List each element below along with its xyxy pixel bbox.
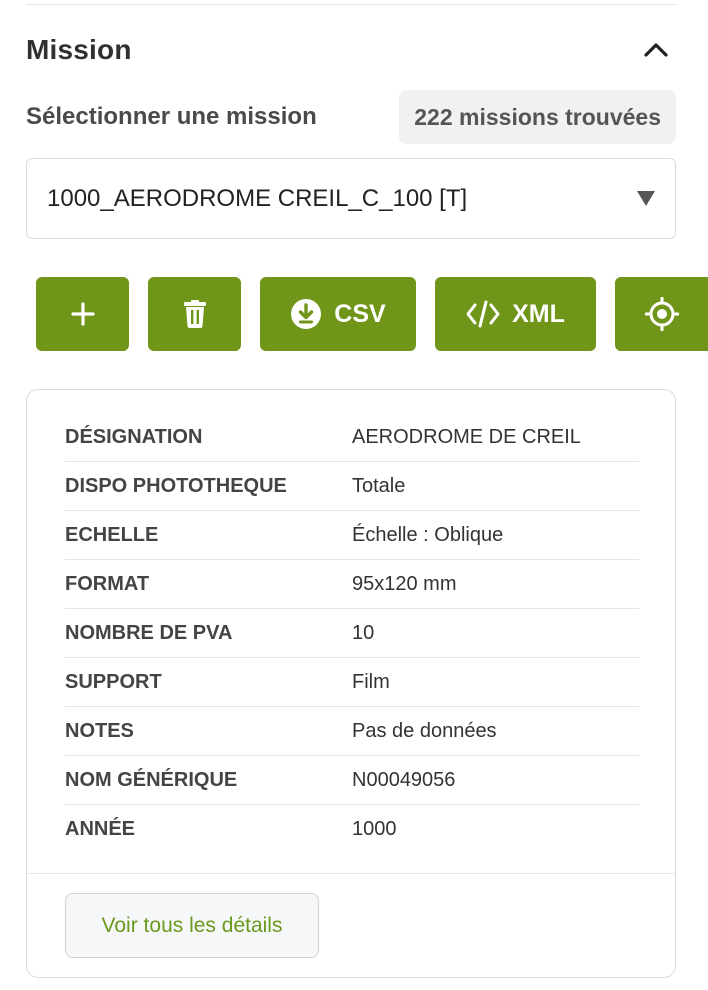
row-value: Totale bbox=[352, 474, 406, 497]
xml-label: XML bbox=[512, 299, 565, 328]
table-row: NOMBRE DE PVA 10 bbox=[65, 609, 639, 658]
row-value: 10 bbox=[352, 621, 375, 644]
row-key: FORMAT bbox=[65, 572, 150, 595]
export-csv-button[interactable]: CSV bbox=[260, 277, 416, 351]
row-value: AERODROME DE CREIL bbox=[352, 425, 581, 448]
top-divider bbox=[26, 4, 676, 5]
row-value: 95x120 mm bbox=[352, 572, 457, 595]
row-key: NOTES bbox=[65, 719, 134, 742]
row-key: ECHELLE bbox=[65, 523, 159, 546]
row-key: DISPO PHOTOTHEQUE bbox=[65, 474, 287, 497]
view-all-details-button[interactable]: Voir tous les détails bbox=[65, 893, 319, 958]
section-title: Mission bbox=[26, 34, 132, 65]
table-row: NOM GÉNÉRIQUE N00049056 bbox=[65, 756, 639, 805]
csv-label: CSV bbox=[334, 299, 386, 328]
row-key: SUPPORT bbox=[65, 670, 162, 693]
caret-down-icon bbox=[637, 191, 655, 206]
code-icon bbox=[466, 300, 500, 328]
card-divider bbox=[27, 873, 675, 874]
mission-details-card: DÉSIGNATION AERODROME DE CREIL DISPO PHO… bbox=[26, 389, 676, 978]
table-row: ANNÉE 1000 bbox=[65, 805, 639, 854]
chevron-up-icon bbox=[644, 43, 668, 57]
select-mission-label: Sélectionner une mission bbox=[26, 103, 317, 130]
row-key: NOM GÉNÉRIQUE bbox=[65, 768, 238, 791]
row-value: Échelle : Oblique bbox=[352, 523, 504, 546]
details-table: DÉSIGNATION AERODROME DE CREIL DISPO PHO… bbox=[65, 413, 639, 854]
row-value: 1000 bbox=[352, 818, 397, 840]
table-row: FORMAT 95x120 mm bbox=[65, 560, 639, 609]
missions-count-badge: 222 missions trouvées bbox=[399, 90, 676, 144]
table-row: DÉSIGNATION AERODROME DE CREIL bbox=[65, 413, 639, 462]
add-button[interactable] bbox=[36, 277, 129, 351]
collapse-button[interactable] bbox=[636, 30, 676, 70]
row-value: Film bbox=[352, 670, 390, 693]
download-circle-icon bbox=[291, 299, 322, 329]
locate-button[interactable] bbox=[615, 277, 708, 351]
mission-section-header: Mission bbox=[26, 28, 676, 72]
table-row: DISPO PHOTOTHEQUE Totale bbox=[65, 462, 639, 511]
row-key: DÉSIGNATION bbox=[65, 425, 203, 448]
table-row: ECHELLE Échelle : Oblique bbox=[65, 511, 639, 560]
mission-dropdown[interactable]: 1000_AERODROME CREIL_C_100 [T] bbox=[26, 158, 676, 239]
row-key: ANNÉE bbox=[65, 818, 136, 840]
row-key: NOMBRE DE PVA bbox=[65, 621, 233, 644]
table-row: NOTES Pas de données bbox=[65, 707, 639, 756]
crosshair-icon bbox=[644, 297, 679, 331]
plus-icon bbox=[70, 302, 95, 326]
row-value: Pas de données bbox=[352, 719, 497, 742]
table-row: SUPPORT Film bbox=[65, 658, 639, 707]
row-value: N00049056 bbox=[352, 768, 456, 791]
mission-select-row: Sélectionner une mission 222 missions tr… bbox=[26, 90, 676, 144]
export-xml-button[interactable]: XML bbox=[435, 277, 596, 351]
trash-icon bbox=[183, 300, 206, 328]
delete-button[interactable] bbox=[148, 277, 241, 351]
mission-dropdown-value: 1000_AERODROME CREIL_C_100 [T] bbox=[47, 184, 468, 212]
